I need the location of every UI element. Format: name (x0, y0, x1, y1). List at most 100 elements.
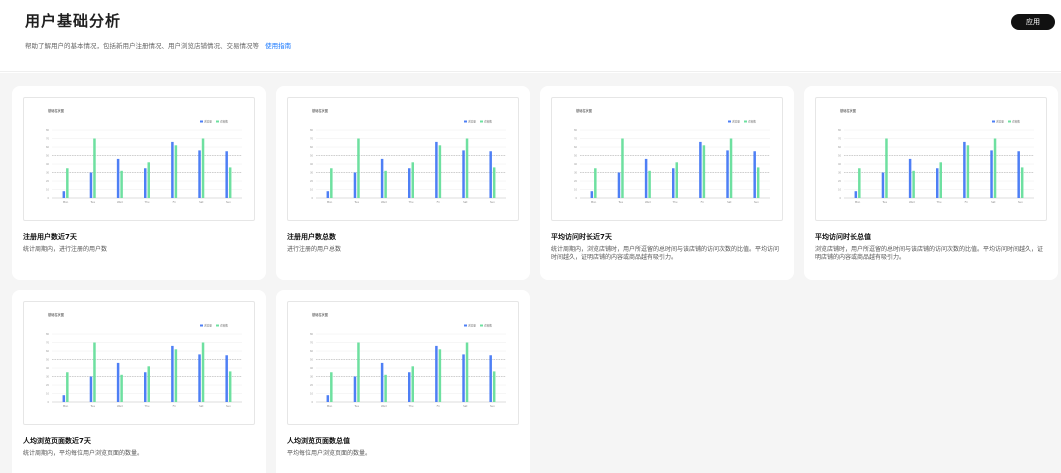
metric-card[interactable]: 基础柱状图 浏览量 访客数 0 10 20 30 40 50 60 70 80 Mon Tue Wed Thu… (12, 290, 266, 473)
y-tick-label: 10 (310, 189, 314, 192)
x-tick-label: Sun (490, 404, 495, 408)
bar (66, 372, 69, 402)
metric-card[interactable]: 基础柱状图 浏览量 访客数 0 10 20 30 40 50 60 70 80 Mon Tue Wed Thu… (276, 290, 530, 473)
bar (963, 141, 966, 198)
legend-label: 访客数 (1012, 120, 1020, 124)
y-tick-label: 0 (47, 401, 49, 404)
y-tick-label: 80 (838, 129, 842, 132)
bar (939, 162, 942, 198)
y-tick-label: 70 (46, 138, 50, 141)
bar (753, 151, 756, 198)
bar (198, 354, 201, 402)
card-description: 统计周期内，进行注册的用户数 (23, 246, 108, 253)
metric-card[interactable]: 基础柱状图 浏览量 访客数 0 10 20 30 40 50 60 70 80 Mon Tue Wed Thu… (540, 86, 794, 280)
y-tick-label: 60 (46, 350, 50, 353)
legend-label: 访客数 (748, 120, 756, 124)
y-tick-label: 70 (310, 138, 314, 141)
y-tick-label: 40 (574, 163, 578, 166)
y-tick-label: 10 (46, 393, 50, 396)
legend-swatch (992, 120, 995, 123)
chart-thumbnail: 基础柱状图 浏览量 访客数 0 10 20 30 40 50 60 70 80 Mon Tue Wed Thu… (23, 301, 255, 425)
bar (435, 345, 438, 402)
y-tick-label: 50 (574, 155, 578, 158)
bar (465, 342, 469, 402)
x-tick-label: Mon (63, 404, 69, 408)
bar (174, 349, 178, 402)
bar (116, 362, 120, 402)
y-tick-label: 50 (310, 155, 314, 158)
y-tick-label: 0 (575, 197, 577, 200)
bar (384, 170, 387, 198)
metric-card[interactable]: 基础柱状图 浏览量 访客数 0 10 20 30 40 50 60 70 80 Mon Tue Wed Thu… (804, 86, 1058, 280)
chart-thumbnail: 基础柱状图 浏览量 访客数 0 10 20 30 40 50 60 70 80 Mon Tue Wed Thu… (551, 97, 783, 221)
bar (492, 371, 496, 402)
x-tick-label: Wed (909, 200, 915, 204)
card-description: 统计周期内，浏览店铺时，用户所逗留的总时间与该店铺的访问次数的比值。平均访问时间… (551, 246, 780, 261)
bar (225, 355, 228, 402)
y-tick-label: 60 (310, 350, 314, 353)
bar (357, 138, 360, 198)
chart-thumbnail: 基础柱状图 浏览量 访客数 0 10 20 30 40 50 60 70 80 Mon Tue Wed Thu… (815, 97, 1047, 221)
chart-title: 基础柱状图 (312, 108, 328, 113)
y-tick-label: 20 (838, 180, 842, 183)
chart-thumbnail: 基础柱状图 浏览量 访客数 0 10 20 30 40 50 60 70 80 Mon Tue Wed Thu… (23, 97, 255, 221)
y-tick-label: 50 (46, 359, 50, 362)
y-tick-label: 20 (46, 180, 50, 183)
help-guide-link[interactable]: 使用指南 (265, 42, 291, 50)
bar (225, 151, 228, 198)
legend-swatch (464, 324, 467, 327)
bar (201, 342, 205, 402)
card-title: 平均访问时长近7天 (551, 233, 612, 241)
x-tick-label: Tue (882, 200, 887, 204)
x-tick-label: Mon (855, 200, 861, 204)
bar (699, 141, 702, 198)
x-tick-label: Sat (991, 200, 995, 204)
y-tick-label: 80 (310, 333, 314, 336)
x-tick-label: Mon (63, 200, 69, 204)
bar (120, 170, 123, 198)
y-tick-label: 40 (310, 163, 314, 166)
bar (326, 395, 330, 402)
bar-chart: 基础柱状图浏览量 访客数 0 10 20 30 40 50 60 70 80 Mon Tue Wed Thu… (574, 108, 770, 204)
legend-label: 访客数 (220, 120, 228, 124)
x-tick-label: Fri (701, 200, 704, 204)
legend-swatch (216, 120, 219, 123)
y-tick-label: 80 (46, 129, 50, 132)
y-tick-label: 10 (838, 189, 842, 192)
y-tick-label: 30 (310, 376, 314, 379)
bar (438, 349, 442, 402)
x-tick-label: Sat (463, 200, 467, 204)
bar-chart: 基础柱状图浏览量 访客数 0 10 20 30 40 50 60 70 80 Mon Tue Wed Thu… (46, 312, 242, 408)
bar (174, 145, 178, 198)
bar (1017, 151, 1020, 198)
x-tick-label: Thu (673, 200, 678, 204)
chart-title: 基础柱状图 (48, 312, 64, 317)
x-tick-label: Fri (173, 200, 176, 204)
bar (590, 191, 594, 198)
bar (462, 150, 465, 198)
legend-swatch (216, 324, 219, 327)
y-tick-label: 20 (310, 180, 314, 183)
x-tick-label: Wed (645, 200, 651, 204)
bar (353, 172, 357, 198)
apply-button[interactable]: 应用 (1011, 14, 1055, 30)
x-tick-label: Thu (409, 404, 414, 408)
metric-card[interactable]: 基础柱状图 浏览量 访客数 0 10 20 30 40 50 60 70 80 Mon Tue Wed Thu… (276, 86, 530, 280)
legend-label: 访客数 (484, 324, 492, 328)
chart-title: 基础柱状图 (48, 108, 64, 113)
bar (756, 167, 760, 198)
y-tick-label: 0 (839, 197, 841, 200)
y-tick-label: 0 (311, 197, 313, 200)
card-grid: 基础柱状图 浏览量 访客数 0 10 20 30 40 50 60 70 80 Mon Tue Wed Thu… (0, 73, 1061, 473)
bar (147, 162, 150, 198)
bar (380, 362, 384, 402)
x-tick-label: Wed (381, 404, 387, 408)
bar (936, 168, 939, 198)
y-tick-label: 80 (46, 333, 50, 336)
x-tick-label: Thu (409, 200, 414, 204)
metric-card[interactable]: 基础柱状图 浏览量 访客数 0 10 20 30 40 50 60 70 80 Mon Tue Wed Thu… (12, 86, 266, 280)
legend-swatch (480, 120, 483, 123)
x-tick-label: Sat (199, 200, 203, 204)
y-tick-label: 10 (46, 189, 50, 192)
bar (408, 168, 411, 198)
